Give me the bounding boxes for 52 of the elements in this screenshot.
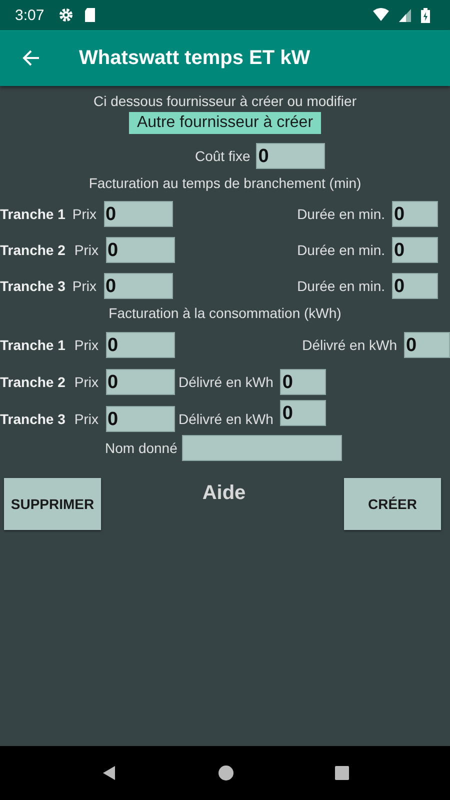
signal-icon bbox=[399, 8, 411, 22]
tier-label: Tranche 1 bbox=[0, 206, 66, 222]
field-label: Durée en min. bbox=[297, 278, 385, 294]
field-label: Délivré en kWh bbox=[178, 374, 274, 390]
supplier-name[interactable]: Autre fournisseur à créer bbox=[128, 112, 322, 134]
input-field[interactable]: 0 bbox=[106, 332, 174, 358]
input-field[interactable] bbox=[182, 435, 342, 461]
field-label: Prix bbox=[74, 411, 98, 427]
field-label: Durée en min. bbox=[297, 242, 385, 258]
input-field[interactable]: 0 bbox=[256, 143, 326, 169]
back-arrow-icon[interactable] bbox=[22, 50, 40, 66]
gear-icon bbox=[58, 7, 74, 23]
field-label: Délivré en kWh bbox=[178, 411, 274, 427]
recents-icon[interactable] bbox=[335, 766, 350, 780]
input-field[interactable]: 0 bbox=[392, 273, 438, 299]
field-label: Prix bbox=[72, 278, 96, 294]
tier-label: Tranche 2 bbox=[0, 374, 66, 390]
back-icon[interactable] bbox=[100, 765, 117, 781]
battery-icon bbox=[421, 8, 430, 22]
create-button[interactable]: CRÉER bbox=[344, 478, 441, 530]
tier-label: Tranche 1 bbox=[0, 337, 66, 353]
input-field[interactable]: 0 bbox=[280, 400, 326, 426]
section-heading: Facturation à la consommation (kWh) bbox=[108, 305, 342, 321]
intro-text: Ci dessous fournisseur à créer ou modifier bbox=[92, 93, 358, 109]
sd-card-icon bbox=[84, 8, 96, 22]
delete-button[interactable]: SUPPRIMER bbox=[4, 478, 101, 530]
help-link[interactable]: Aide bbox=[202, 482, 246, 505]
field-label: Coût fixe bbox=[195, 148, 250, 164]
field-label: Nom donné bbox=[105, 440, 178, 456]
input-field[interactable]: 0 bbox=[392, 237, 438, 263]
field-label: Prix bbox=[74, 337, 98, 353]
field-label: Prix bbox=[72, 206, 96, 222]
input-field[interactable]: 0 bbox=[104, 273, 172, 299]
tier-label: Tranche 3 bbox=[0, 411, 66, 427]
clock: 3:07 bbox=[15, 6, 44, 24]
tier-label: Tranche 2 bbox=[0, 242, 66, 258]
home-icon[interactable] bbox=[218, 765, 234, 781]
section-heading: Facturation au temps de branchement (min) bbox=[88, 175, 362, 191]
input-field[interactable]: 0 bbox=[104, 201, 172, 227]
field-label: Délivré en kWh bbox=[302, 337, 397, 353]
input-field[interactable]: 0 bbox=[280, 369, 326, 395]
input-field[interactable]: 0 bbox=[106, 406, 174, 432]
tier-label: Tranche 3 bbox=[0, 278, 66, 294]
field-label: Prix bbox=[74, 374, 98, 390]
input-field[interactable]: 0 bbox=[392, 201, 438, 227]
input-field[interactable]: 0 bbox=[106, 237, 174, 263]
input-field[interactable]: 0 bbox=[404, 332, 450, 358]
app-title: Whatswatt temps ET kW bbox=[79, 46, 310, 70]
field-label: Prix bbox=[74, 242, 98, 258]
field-label: Durée en min. bbox=[297, 206, 385, 222]
input-field[interactable]: 0 bbox=[106, 369, 174, 395]
wifi-icon bbox=[373, 8, 389, 22]
